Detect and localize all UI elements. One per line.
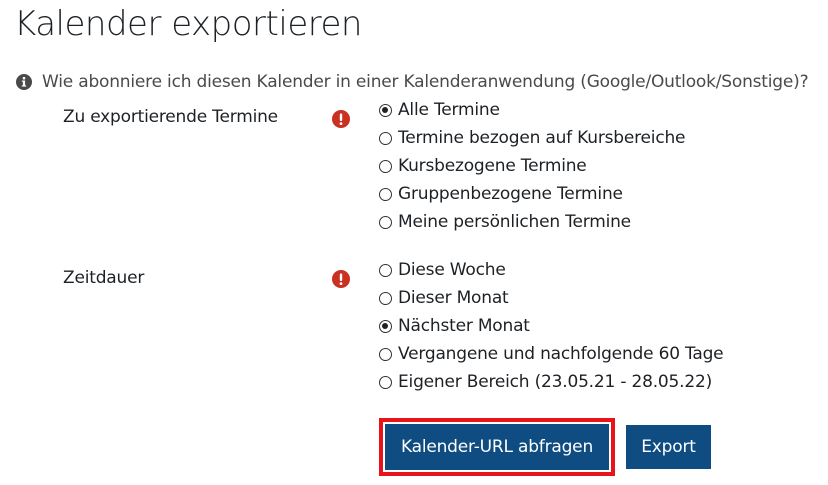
- events-field-label: Zu exportierende Termine: [63, 107, 278, 127]
- get-calendar-url-button[interactable]: Kalender-URL abfragen: [385, 424, 609, 470]
- radio-button[interactable]: [379, 263, 392, 277]
- radio-label: Meine persönlichen Termine: [398, 212, 631, 232]
- radio-button[interactable]: [379, 291, 392, 305]
- radio-label: Vergangene und nachfolgende 60 Tage: [398, 344, 724, 364]
- radio-button[interactable]: [379, 131, 392, 145]
- radio-label: Alle Termine: [398, 100, 500, 120]
- radio-label: Kursbezogene Termine: [398, 156, 587, 176]
- export-calendar-page: Kalender exportieren Wie abonniere ich d…: [0, 0, 828, 485]
- radio-button[interactable]: [379, 375, 392, 389]
- period-radio-group: Diese Woche Dieser Monat Nächster Monat …: [379, 256, 724, 396]
- radio-label: Nächster Monat: [398, 316, 530, 336]
- radio-option-this-week[interactable]: Diese Woche: [379, 256, 723, 284]
- required-icon: [332, 270, 350, 288]
- help-row: Wie abonniere ich diesen Kalender in ein…: [16, 68, 809, 96]
- radio-button[interactable]: [379, 103, 392, 117]
- radio-button[interactable]: [379, 319, 392, 333]
- export-button[interactable]: Export: [626, 425, 711, 469]
- radio-option-personal-events[interactable]: Meine persönlichen Termine: [379, 208, 685, 236]
- radio-button[interactable]: [379, 347, 392, 361]
- radio-label: Termine bezogen auf Kursbereiche: [398, 128, 686, 148]
- events-radio-group: Alle Termine Termine bezogen auf Kursber…: [379, 96, 686, 236]
- radio-option-past-next-60-days[interactable]: Vergangene und nachfolgende 60 Tage: [379, 340, 724, 368]
- radio-button[interactable]: [379, 159, 392, 173]
- required-icon: [332, 110, 350, 128]
- radio-option-all-events[interactable]: Alle Termine: [379, 96, 685, 124]
- radio-option-custom-range[interactable]: Eigener Bereich (23.05.21 - 28.05.22): [379, 368, 723, 396]
- radio-option-group-events[interactable]: Gruppenbezogene Termine: [379, 180, 685, 208]
- info-icon: [16, 74, 32, 90]
- radio-option-category-events[interactable]: Termine bezogen auf Kursbereiche: [379, 124, 686, 152]
- radio-label: Dieser Monat: [398, 288, 509, 308]
- radio-button[interactable]: [379, 215, 392, 229]
- radio-label: Diese Woche: [398, 260, 506, 280]
- radio-label: Gruppenbezogene Termine: [398, 184, 623, 204]
- radio-button[interactable]: [379, 187, 392, 201]
- subscribe-help-link[interactable]: Wie abonniere ich diesen Kalender in ein…: [42, 72, 809, 92]
- radio-option-this-month[interactable]: Dieser Monat: [379, 284, 723, 312]
- period-field-label: Zeitdauer: [63, 268, 145, 288]
- page-title: Kalender exportieren: [14, 4, 362, 44]
- radio-option-next-month[interactable]: Nächster Monat: [379, 312, 723, 340]
- radio-option-course-events[interactable]: Kursbezogene Termine: [379, 152, 685, 180]
- radio-label: Eigener Bereich (23.05.21 - 28.05.22): [398, 372, 712, 392]
